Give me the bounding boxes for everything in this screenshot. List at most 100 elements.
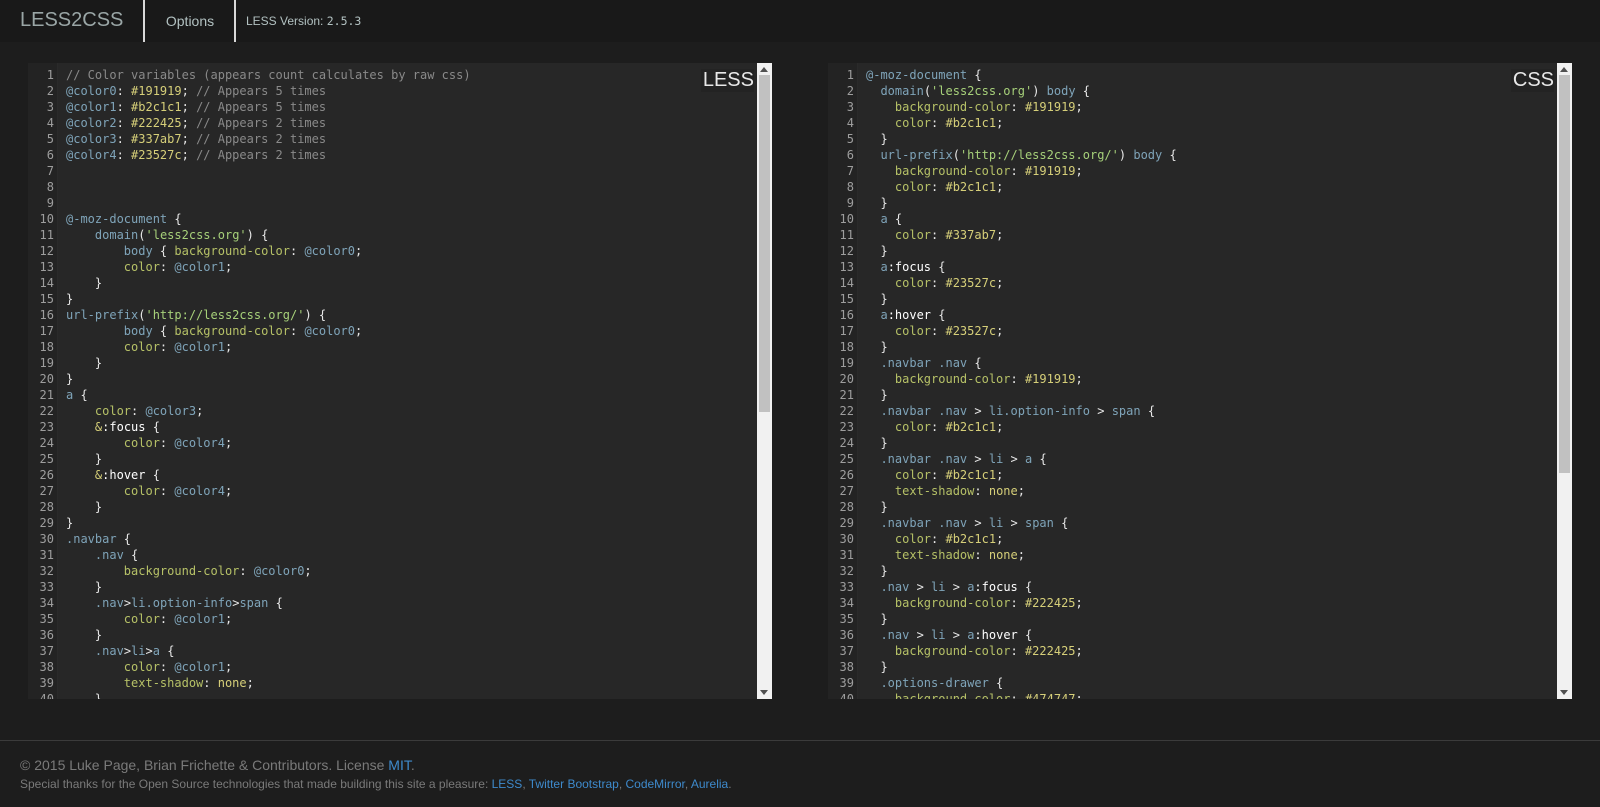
code-line[interactable]: 27 text-shadow: none;	[828, 483, 1556, 499]
code-line[interactable]: 13 color: @color1;	[28, 259, 756, 275]
codemirror-link[interactable]: CodeMirror	[625, 777, 684, 791]
code-line[interactable]: 36 }	[28, 627, 756, 643]
code-line[interactable]: 7	[28, 163, 756, 179]
code-line[interactable]: 23 color: #b2c1c1;	[828, 419, 1556, 435]
code-line[interactable]: 22 color: @color3;	[28, 403, 756, 419]
code-line[interactable]: 5 @color3: #337ab7; // Appears 2 times	[28, 131, 756, 147]
mit-license-link[interactable]: MIT	[388, 757, 411, 773]
code-line[interactable]: 3 background-color: #191919;	[828, 99, 1556, 115]
code-line[interactable]: 36 .nav > li > a:hover {	[828, 627, 1556, 643]
code-line[interactable]: 28 }	[28, 499, 756, 515]
code-line[interactable]: 30 .navbar {	[28, 531, 756, 547]
css-code[interactable]: 1 @-moz-document {2 domain('less2css.org'…	[828, 67, 1556, 699]
code-line[interactable]: 13 a:focus {	[828, 259, 1556, 275]
code-line[interactable]: 12 }	[828, 243, 1556, 259]
code-line[interactable]: 24 color: @color4;	[28, 435, 756, 451]
code-line[interactable]: 1 @-moz-document {	[828, 67, 1556, 83]
twitter-bootstrap-link[interactable]: Twitter Bootstrap	[529, 777, 619, 791]
code-line[interactable]: 23 &:focus {	[28, 419, 756, 435]
code-line[interactable]: 24 }	[828, 435, 1556, 451]
code-line[interactable]: 21 a {	[28, 387, 756, 403]
code-line[interactable]: 8 color: #b2c1c1;	[828, 179, 1556, 195]
code-line[interactable]: 25 }	[28, 451, 756, 467]
code-line[interactable]: 6 @color4: #23527c; // Appears 2 times	[28, 147, 756, 163]
code-line[interactable]: 38 color: @color1;	[28, 659, 756, 675]
code-line[interactable]: 27 color: @color4;	[28, 483, 756, 499]
code-line[interactable]: 16 url-prefix('http://less2css.org/') {	[28, 307, 756, 323]
code-line[interactable]: 30 color: #b2c1c1;	[828, 531, 1556, 547]
code-line[interactable]: 33 .nav > li > a:focus {	[828, 579, 1556, 595]
less-link[interactable]: LESS	[492, 777, 523, 791]
code-line[interactable]: 17 body { background-color: @color0;	[28, 323, 756, 339]
code-line[interactable]: 20 background-color: #191919;	[828, 371, 1556, 387]
code-line[interactable]: 14 }	[28, 275, 756, 291]
less-code[interactable]: 1 // Color variables (appears count calcu…	[28, 67, 756, 699]
code-line[interactable]: 20}	[28, 371, 756, 387]
scroll-up-arrow-icon[interactable]	[760, 67, 768, 72]
css-scrollbar-thumb[interactable]	[1559, 75, 1570, 473]
code-line[interactable]: 21 }	[828, 387, 1556, 403]
code-line[interactable]: 9	[28, 195, 756, 211]
code-line[interactable]: 34 background-color: #222425;	[828, 595, 1556, 611]
code-line[interactable]: 33 }	[28, 579, 756, 595]
brand-logo[interactable]: LESS2CSS	[20, 9, 123, 32]
code-line[interactable]: 1 // Color variables (appears count calcu…	[28, 67, 756, 83]
code-line[interactable]: 35 color: @color1;	[28, 611, 756, 627]
code-line[interactable]: 37 background-color: #222425;	[828, 643, 1556, 659]
options-button[interactable]: Options	[145, 0, 235, 42]
code-line[interactable]: 9 }	[828, 195, 1556, 211]
code-line[interactable]: 22 .navbar .nav > li.option-info > span …	[828, 403, 1556, 419]
code-line[interactable]: 10 @-moz-document {	[28, 211, 756, 227]
code-line[interactable]: 14 color: #23527c;	[828, 275, 1556, 291]
code-line[interactable]: 34 .nav>li.option-info>span {	[28, 595, 756, 611]
code-line[interactable]: 26 &:hover {	[28, 467, 756, 483]
scroll-up-arrow-icon[interactable]	[1560, 67, 1568, 72]
code-line[interactable]: 18 }	[828, 339, 1556, 355]
code-line[interactable]: 16 a:hover {	[828, 307, 1556, 323]
code-line[interactable]: 15}	[28, 291, 756, 307]
code-line[interactable]: 39 text-shadow: none;	[28, 675, 756, 691]
code-line[interactable]: 39 .options-drawer {	[828, 675, 1556, 691]
code-line[interactable]: 19 }	[28, 355, 756, 371]
code-line[interactable]: 35 }	[828, 611, 1556, 627]
code-line[interactable]: 28 }	[828, 499, 1556, 515]
css-scrollbar[interactable]	[1557, 63, 1572, 699]
code-line[interactable]: 29 .navbar .nav > li > span {	[828, 515, 1556, 531]
code-line[interactable]: 25 .navbar .nav > li > a {	[828, 451, 1556, 467]
code-line[interactable]: 17 color: #23527c;	[828, 323, 1556, 339]
code-line[interactable]: 7 background-color: #191919;	[828, 163, 1556, 179]
code-line[interactable]: 18 color: @color1;	[28, 339, 756, 355]
code-line[interactable]: 12 body { background-color: @color0;	[28, 243, 756, 259]
code-line[interactable]: 37 .nav>li>a {	[28, 643, 756, 659]
code-line[interactable]: 32 background-color: @color0;	[28, 563, 756, 579]
scroll-down-arrow-icon[interactable]	[760, 690, 768, 695]
code-line[interactable]: 4 @color2: #222425; // Appears 2 times	[28, 115, 756, 131]
code-line[interactable]: 11 domain('less2css.org') {	[28, 227, 756, 243]
code-line[interactable]: 2 domain('less2css.org') body {	[828, 83, 1556, 99]
code-line[interactable]: 5 }	[828, 131, 1556, 147]
less-editor[interactable]: 1 // Color variables (appears count calcu…	[28, 63, 772, 699]
code-line[interactable]: 38 }	[828, 659, 1556, 675]
code-line[interactable]: 26 color: #b2c1c1;	[828, 467, 1556, 483]
code-line[interactable]: 40 background-color: #474747;	[828, 691, 1556, 699]
aurelia-link[interactable]: Aurelia	[691, 777, 728, 791]
code-line[interactable]: 19 .navbar .nav {	[828, 355, 1556, 371]
code-line[interactable]: 2 @color0: #191919; // Appears 5 times	[28, 83, 756, 99]
code-line[interactable]: 3 @color1: #b2c1c1; // Appears 5 times	[28, 99, 756, 115]
code-line[interactable]: 8	[28, 179, 756, 195]
less-scrollbar[interactable]	[757, 63, 772, 699]
code-line[interactable]: 29}	[28, 515, 756, 531]
code-line[interactable]: 11 color: #337ab7;	[828, 227, 1556, 243]
code-line[interactable]: 31 text-shadow: none;	[828, 547, 1556, 563]
code-line[interactable]: 6 url-prefix('http://less2css.org/') bod…	[828, 147, 1556, 163]
code-line[interactable]: 32 }	[828, 563, 1556, 579]
code-token: }	[866, 340, 888, 354]
css-editor[interactable]: 1 @-moz-document {2 domain('less2css.org'…	[828, 63, 1572, 699]
code-line[interactable]: 31 .nav {	[28, 547, 756, 563]
code-line[interactable]: 10 a {	[828, 211, 1556, 227]
code-line[interactable]: 40 }	[28, 691, 756, 699]
scroll-down-arrow-icon[interactable]	[1560, 690, 1568, 695]
less-scrollbar-thumb[interactable]	[759, 75, 770, 412]
code-line[interactable]: 4 color: #b2c1c1;	[828, 115, 1556, 131]
code-line[interactable]: 15 }	[828, 291, 1556, 307]
